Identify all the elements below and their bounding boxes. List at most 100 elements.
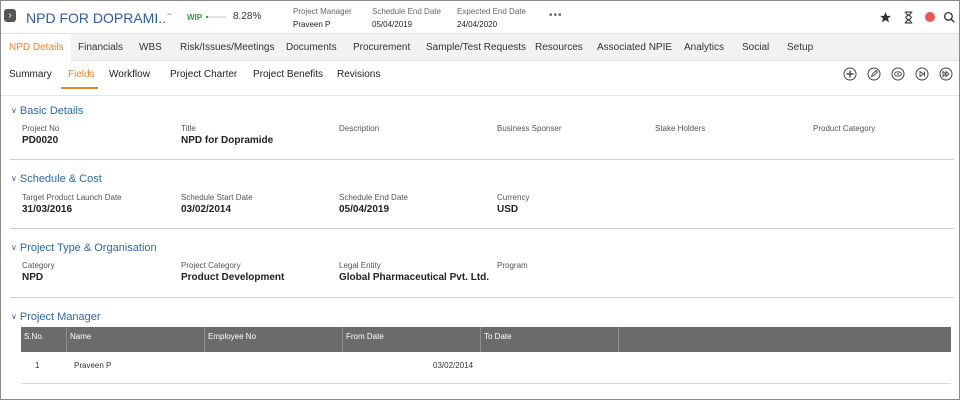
cell-name: Praveen P <box>74 361 112 370</box>
hourglass-icon[interactable] <box>901 10 915 24</box>
meta-schedule-end-date: Schedule End Date 05/04/2019 <box>372 7 441 30</box>
field-value: NPD <box>22 272 44 283</box>
meta-expected-end-date: Expected End Date 24/04/2020 <box>457 7 526 30</box>
subtab-revisions[interactable]: Revisions <box>337 69 380 80</box>
column-header-employee-no[interactable]: Employee No <box>205 327 343 352</box>
field-value: 05/04/2019 <box>339 204 390 215</box>
subtab-fields[interactable]: Fields <box>68 69 95 80</box>
field-label: Title <box>181 124 196 133</box>
section-title: Basic Details <box>19 105 84 117</box>
field-label: Project No <box>22 124 60 133</box>
meta-project-manager: Project Manager Praveen P <box>293 7 352 30</box>
meta-label: Project Manager <box>293 7 352 16</box>
skip-next-icon[interactable] <box>915 67 929 81</box>
app-frame: › NPD FOR DOPRAMI..~ WIP 8.28% Project M… <box>0 0 960 400</box>
column-header-from-date[interactable]: From Date <box>343 327 481 352</box>
tab-social[interactable]: Social <box>742 34 769 61</box>
field-value: NPD for Dopramide <box>181 135 274 146</box>
chevron-down-icon: ∨ <box>11 243 17 252</box>
section-divider <box>10 297 954 298</box>
star-icon[interactable] <box>878 10 892 24</box>
meta-value: 05/04/2019 <box>372 20 413 29</box>
field-label: Product Category <box>813 124 876 133</box>
cell-from-date: 03/02/2014 <box>433 361 474 370</box>
meta-value: 24/04/2020 <box>457 20 498 29</box>
status-badge: WIP <box>187 13 203 22</box>
section-title: Project Manager <box>19 311 101 323</box>
title-dropdown-icon[interactable]: ~ <box>167 10 172 19</box>
field-label: Legal Entity <box>339 261 381 270</box>
active-subtab-underline <box>61 87 98 89</box>
record-dot-icon[interactable] <box>923 10 937 24</box>
tab-resources[interactable]: Resources <box>535 34 583 61</box>
section-project-manager-toggle[interactable]: ∨ Project Manager <box>11 311 101 323</box>
column-header-to-date[interactable]: To Date <box>481 327 619 352</box>
field-label: Target Product Launch Date <box>22 193 122 202</box>
fast-forward-icon[interactable] <box>939 67 953 81</box>
field-label: Schedule Start Date <box>181 193 253 202</box>
sub-tab-bar: Summary Fields Workflow Project Charter … <box>1 61 959 89</box>
section-divider <box>10 228 954 229</box>
divider <box>1 95 959 96</box>
field-value: Product Development <box>181 272 285 283</box>
view-icon[interactable] <box>891 67 905 81</box>
field-label: Program <box>497 261 528 270</box>
tab-setup[interactable]: Setup <box>787 34 813 61</box>
tab-sample-test-requests[interactable]: Sample/Test Requests <box>426 34 526 61</box>
progress-percent: 8.28% <box>233 11 262 22</box>
project-header: › NPD FOR DOPRAMI..~ WIP 8.28% Project M… <box>1 1 959 33</box>
meta-label: Expected End Date <box>457 7 526 16</box>
progress-bar-fill <box>206 16 208 18</box>
tab-associated-npie[interactable]: Associated NPIE <box>597 34 672 61</box>
meta-label: Schedule End Date <box>372 7 441 16</box>
subtab-workflow[interactable]: Workflow <box>109 69 150 80</box>
chevron-down-icon: ∨ <box>11 312 17 321</box>
search-icon[interactable] <box>942 10 956 24</box>
column-header-name[interactable]: Name <box>67 327 205 352</box>
field-label: Currency <box>497 193 530 202</box>
column-header-sno[interactable]: S.No. <box>21 327 67 352</box>
section-divider <box>10 159 954 160</box>
field-label: Stake Holders <box>655 124 706 133</box>
field-label: Category <box>22 261 55 270</box>
tab-financials[interactable]: Financials <box>78 34 123 61</box>
section-project-type-toggle[interactable]: ∨ Project Type & Organisation <box>11 242 157 254</box>
field-value: PD0020 <box>22 135 59 146</box>
subtab-project-charter[interactable]: Project Charter <box>170 69 237 80</box>
field-label: Schedule End Date <box>339 193 408 202</box>
section-basic-details-toggle[interactable]: ∨ Basic Details <box>11 105 83 117</box>
field-label: Project Category <box>181 261 241 270</box>
tab-analytics[interactable]: Analytics <box>684 34 724 61</box>
nav-toggle-button[interactable]: › <box>4 9 16 22</box>
subtab-project-benefits[interactable]: Project Benefits <box>253 69 323 80</box>
more-options-icon[interactable]: ••• <box>549 10 563 21</box>
field-value: Global Pharmaceutical Pvt. Ltd. <box>339 272 490 283</box>
tab-documents[interactable]: Documents <box>286 34 337 61</box>
table-bottom-border <box>21 383 951 384</box>
field-value: 31/03/2016 <box>22 204 73 215</box>
tab-procurement[interactable]: Procurement <box>353 34 410 61</box>
section-title: Project Type & Organisation <box>19 242 157 254</box>
table-header: S.No. Name Employee No From Date To Date <box>21 327 951 352</box>
cell-sno: 1 <box>35 361 40 370</box>
main-tab-bar: NPD Details Financials WBS Risk/Issues/M… <box>1 33 959 61</box>
tab-npd-details[interactable]: NPD Details <box>1 34 72 61</box>
field-label: Description <box>339 124 380 133</box>
field-value: 03/02/2014 <box>181 204 232 215</box>
field-value: USD <box>497 204 519 215</box>
chevron-down-icon: ∨ <box>11 174 17 183</box>
subtab-summary[interactable]: Summary <box>9 69 52 80</box>
tab-risk-issues-meetings[interactable]: Risk/Issues/Meetings <box>180 34 274 61</box>
project-title-text: NPD FOR DOPRAMI.. <box>26 10 167 26</box>
section-title: Schedule & Cost <box>19 173 102 185</box>
project-title[interactable]: NPD FOR DOPRAMI..~ <box>26 10 172 26</box>
section-schedule-cost-toggle[interactable]: ∨ Schedule & Cost <box>11 173 102 185</box>
tab-wbs[interactable]: WBS <box>139 34 162 61</box>
chevron-down-icon: ∨ <box>11 106 17 115</box>
add-icon[interactable] <box>843 67 857 81</box>
edit-icon[interactable] <box>867 67 881 81</box>
progress-bar <box>206 16 226 18</box>
meta-value: Praveen P <box>293 20 331 29</box>
table-row[interactable]: 1 Praveen P 03/02/2014 <box>21 352 951 383</box>
field-label: Business Sponser <box>497 124 562 133</box>
